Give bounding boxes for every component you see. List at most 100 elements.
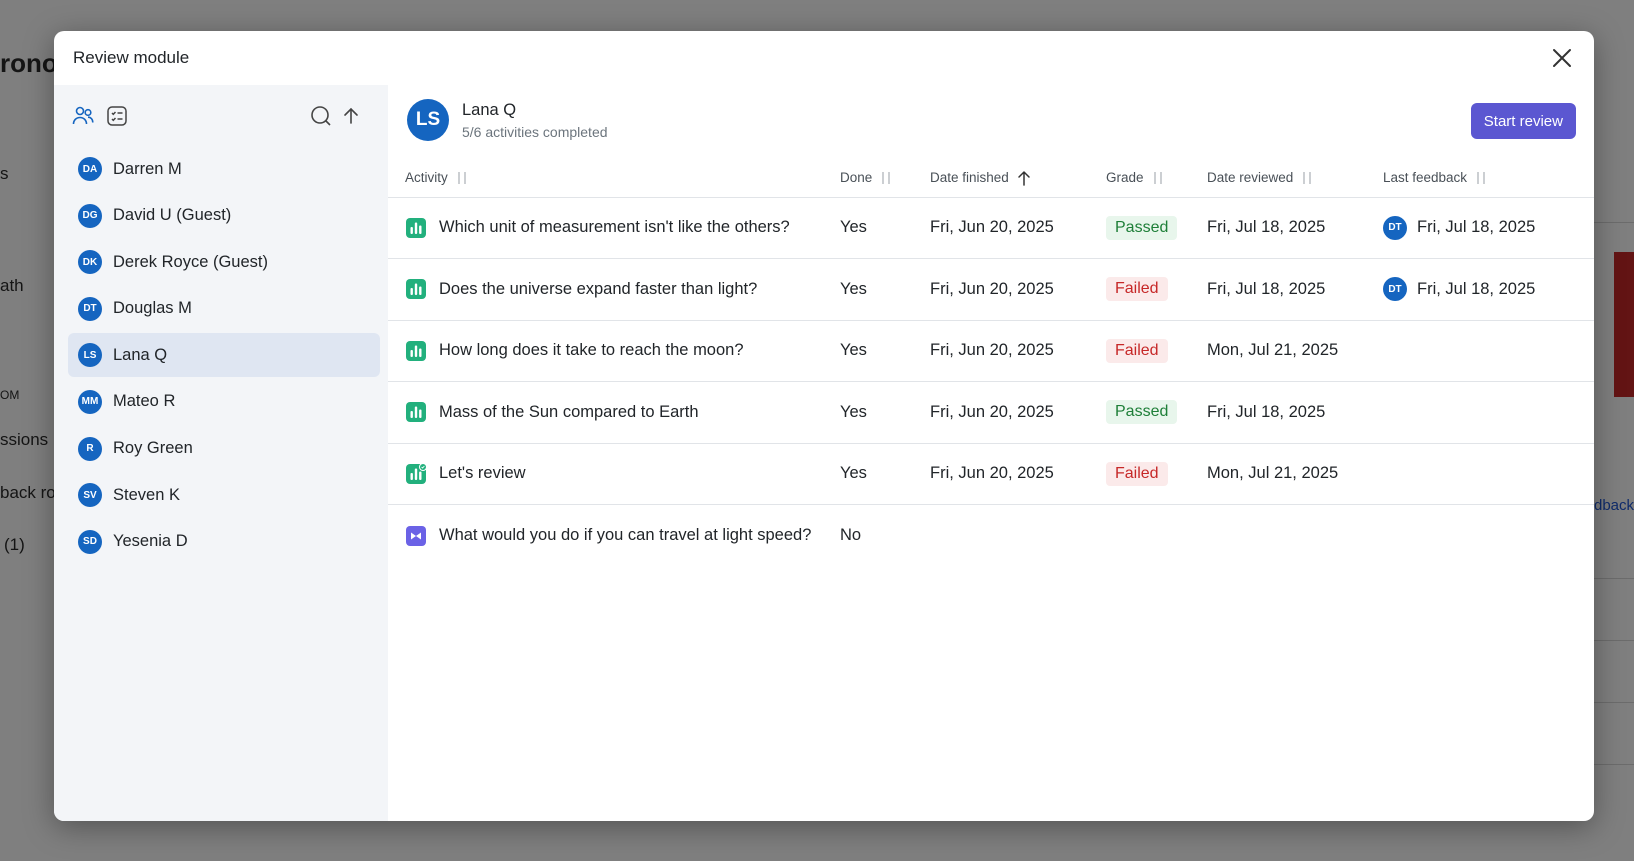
- column-label: Date finished: [930, 170, 1009, 186]
- done-cell: Yes: [840, 381, 930, 444]
- date-finished: Fri, Jun 20, 2025: [930, 279, 1054, 298]
- video-icon: [405, 525, 427, 547]
- poll-icon: [405, 401, 427, 423]
- learner-name: Roy Green: [113, 439, 193, 458]
- modal-header: Review module: [54, 31, 1594, 85]
- avatar: DT: [1383, 215, 1407, 240]
- done-value: Yes: [840, 402, 867, 421]
- learner-item[interactable]: LS Lana Q: [68, 333, 380, 378]
- date-finished: Fri, Jun 20, 2025: [930, 402, 1054, 421]
- learner-item[interactable]: MM Mateo R: [68, 380, 380, 424]
- checklist-icon: [107, 106, 127, 126]
- date-reviewed: Fri, Jul 18, 2025: [1207, 218, 1326, 237]
- grade-cell: Passed: [1106, 381, 1207, 444]
- activity-title: Mass of the Sun compared to Earth: [439, 402, 699, 421]
- column-label: Activity: [405, 170, 448, 186]
- done-cell: Yes: [840, 443, 930, 505]
- learner-name: Lana Q: [462, 101, 517, 119]
- column-last-feedback[interactable]: Last feedback: [1383, 159, 1594, 198]
- date-finished: Fri, Jun 20, 2025: [930, 218, 1054, 237]
- sort-ascending-icon: [1017, 170, 1031, 186]
- table-row[interactable]: How long does it take to reach the moon?…: [388, 320, 1594, 382]
- column-label: Date reviewed: [1207, 170, 1294, 186]
- column-done[interactable]: Done: [840, 159, 930, 198]
- done-cell: No: [840, 505, 930, 567]
- start-review-button[interactable]: Start review: [1470, 103, 1576, 139]
- column-activity[interactable]: Activity: [388, 159, 840, 198]
- table-row[interactable]: Does the universe expand faster than lig…: [388, 258, 1594, 321]
- column-date-finished[interactable]: Date finished: [930, 159, 1106, 198]
- close-button[interactable]: [1548, 44, 1576, 72]
- activity-title: How long does it take to reach the moon?: [439, 341, 744, 360]
- avatar: DA: [78, 157, 102, 181]
- arrow-up-icon: [344, 107, 358, 124]
- search-icon: [311, 106, 331, 126]
- sort-icon: [1301, 170, 1313, 186]
- sort-button[interactable]: [338, 103, 364, 129]
- table-row[interactable]: Which unit of measurement isn't like the…: [388, 197, 1594, 259]
- date-reviewed-cell: Mon, Jul 21, 2025: [1207, 443, 1383, 505]
- table-row[interactable]: Mass of the Sun compared to Earth Yes Fr…: [388, 381, 1594, 444]
- learners-view-button[interactable]: [70, 103, 96, 129]
- date-reviewed-cell: Mon, Jul 21, 2025: [1207, 320, 1383, 382]
- column-grade[interactable]: Grade: [1106, 159, 1207, 198]
- sidebar-toolbar: [54, 85, 388, 147]
- avatar: MM: [78, 389, 102, 414]
- learner-item[interactable]: SV Steven K: [68, 473, 380, 517]
- learner-item[interactable]: SD Yesenia D: [68, 520, 380, 564]
- activity-title: What would you do if you can travel at l…: [439, 526, 812, 544]
- avatar: LS: [78, 343, 102, 368]
- activity-title: Which unit of measurement isn't like the…: [439, 218, 790, 237]
- activity-cell[interactable]: Mass of the Sun compared to Earth: [388, 381, 840, 444]
- last-feedback-cell: [1383, 443, 1594, 505]
- close-icon: [1553, 49, 1571, 67]
- learner-name: Lana Q: [113, 345, 168, 364]
- grade-badge: Failed: [1106, 461, 1168, 486]
- learner-item[interactable]: R Roy Green: [68, 427, 380, 471]
- sort-icon: [1152, 170, 1164, 186]
- table-row[interactable]: Let's review Yes Fri, Jun 20, 2025 Faile…: [388, 443, 1594, 505]
- learner-item[interactable]: DT Douglas M: [68, 287, 380, 331]
- done-cell: Yes: [840, 197, 930, 259]
- learner-name: Douglas M: [113, 299, 192, 318]
- sort-icon: [456, 170, 468, 186]
- learner-name: Steven K: [113, 485, 180, 504]
- date-reviewed: Mon, Jul 21, 2025: [1207, 341, 1339, 360]
- done-value: Yes: [840, 341, 867, 360]
- last-feedback-date: Fri, Jul 18, 2025: [1417, 279, 1536, 298]
- table-header-row: Activity Done Date finished Grade Date r…: [388, 159, 1594, 198]
- avatar: LS: [407, 99, 449, 141]
- date-finished-cell: Fri, Jun 20, 2025: [930, 258, 1106, 321]
- activity-cell[interactable]: Which unit of measurement isn't like the…: [388, 197, 840, 259]
- done-value: Yes: [840, 279, 867, 298]
- learner-item[interactable]: DK Derek Royce (Guest): [68, 240, 380, 284]
- date-finished: Fri, Jun 20, 2025: [930, 464, 1054, 483]
- done-value: Yes: [840, 464, 867, 483]
- grade-badge: Failed: [1106, 277, 1168, 302]
- date-finished-cell: Fri, Jun 20, 2025: [930, 443, 1106, 505]
- search-button[interactable]: [308, 103, 334, 129]
- last-feedback-cell: [1383, 381, 1594, 444]
- activity-cell[interactable]: How long does it take to reach the moon?: [388, 320, 840, 382]
- column-label: Last feedback: [1383, 170, 1468, 186]
- activity-cell[interactable]: Does the universe expand faster than lig…: [388, 258, 840, 321]
- avatar: DT: [78, 296, 102, 321]
- learner-item[interactable]: DG David U (Guest): [68, 194, 380, 238]
- date-finished-cell: Fri, Jun 20, 2025: [930, 197, 1106, 259]
- activities-view-button[interactable]: [104, 103, 130, 129]
- last-feedback-cell: DT Fri, Jul 18, 2025: [1383, 258, 1594, 321]
- column-label: Done: [840, 170, 873, 186]
- table-row[interactable]: What would you do if you can travel at l…: [388, 505, 1594, 567]
- activity-title: Does the universe expand faster than lig…: [439, 279, 758, 298]
- activity-cell[interactable]: What would you do if you can travel at l…: [388, 505, 840, 567]
- column-date-reviewed[interactable]: Date reviewed: [1207, 159, 1383, 198]
- avatar: SD: [78, 529, 102, 554]
- modal-title: Review module: [73, 48, 190, 67]
- done-value: Yes: [840, 218, 867, 237]
- learner-item[interactable]: DA Darren M: [68, 147, 380, 191]
- activity-cell[interactable]: Let's review: [388, 443, 840, 505]
- done-value: No: [840, 526, 862, 544]
- learner-name: Darren M: [113, 159, 182, 178]
- activity-panel: LS Lana Q 5/6 activities completed Start…: [388, 85, 1594, 821]
- date-reviewed-cell: Fri, Jul 18, 2025: [1207, 381, 1383, 444]
